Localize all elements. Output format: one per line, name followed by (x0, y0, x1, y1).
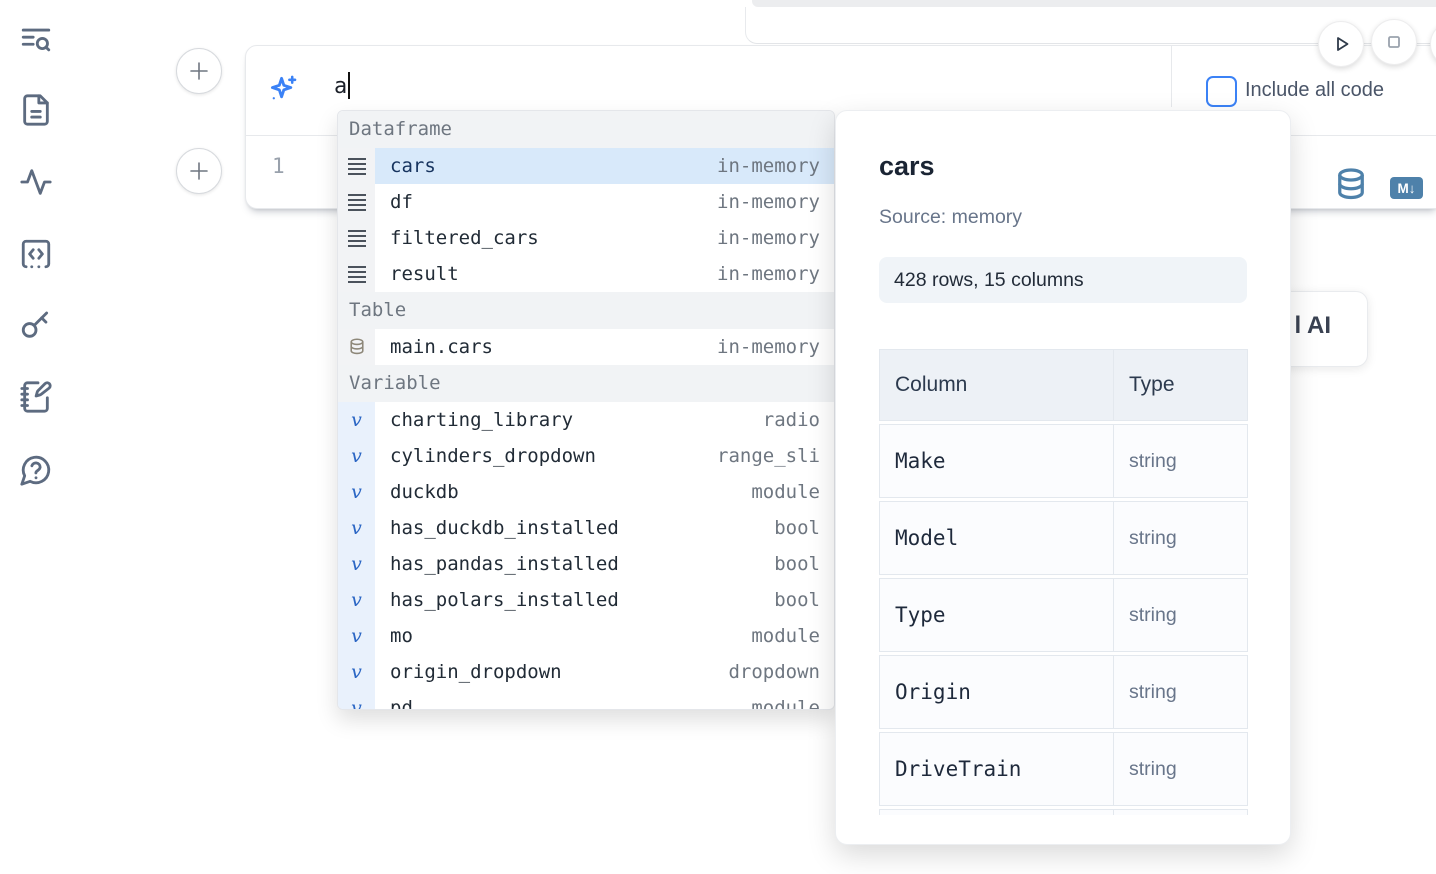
cell-above-gap (752, 0, 1436, 7)
dataframe-preview-panel: cars Source: memory 428 rows, 15 columns… (835, 110, 1291, 845)
key-icon[interactable] (18, 307, 54, 343)
notebook-pen-icon[interactable] (18, 379, 54, 415)
divider (1171, 46, 1172, 107)
list-search-icon[interactable] (18, 22, 54, 58)
table-row: Model string (879, 501, 1248, 575)
help-chat-icon[interactable] (18, 452, 54, 488)
table-db-icon (338, 329, 375, 365)
section-header-variable: Variable (338, 365, 834, 402)
plus-icon (189, 61, 209, 81)
variable-icon: v (338, 654, 375, 690)
add-cell-below-button[interactable] (176, 148, 222, 194)
schema-table: Column Type Make string Model string Typ… (879, 349, 1248, 815)
line-number: 1 (272, 154, 285, 178)
variable-icon: v (338, 582, 375, 618)
markdown-convert-icon[interactable]: M↓ (1390, 177, 1423, 199)
autocomplete-item-cars[interactable]: carsin-memory (338, 148, 834, 184)
autocomplete-item-has-pandas-installed[interactable]: v has_pandas_installedbool (338, 546, 834, 582)
table-row-clipped (879, 809, 1248, 815)
type-header: Type (1129, 373, 1175, 397)
typed-text: a (334, 74, 347, 99)
table-header-row: Column Type (879, 349, 1248, 421)
preview-source: Source: memory (879, 206, 1022, 229)
section-header-table: Table (338, 292, 834, 329)
code-snippets-icon[interactable] (18, 236, 54, 272)
include-all-code-label: Include all code (1245, 79, 1384, 102)
autocomplete-item-charting-library[interactable]: v charting_libraryradio (338, 402, 834, 438)
variable-icon: v (338, 546, 375, 582)
autocomplete-item-main-cars[interactable]: main.carsin-memory (338, 329, 834, 365)
stop-button[interactable] (1371, 19, 1417, 65)
variable-icon: v (338, 510, 375, 546)
table-row: Type string (879, 578, 1248, 652)
text-cursor (348, 72, 350, 99)
dataframe-icon (338, 184, 375, 220)
run-button[interactable] (1318, 21, 1364, 67)
include-all-code-checkbox[interactable] (1206, 76, 1237, 107)
variable-icon: v (338, 438, 375, 474)
autocomplete-dropdown: Dataframe carsin-memory dfin-memory filt… (337, 110, 835, 710)
table-row: Origin string (879, 655, 1248, 729)
variable-icon: v (338, 402, 375, 438)
activity-icon[interactable] (18, 164, 54, 200)
file-document-icon[interactable] (18, 92, 54, 128)
marimo-notebook: a Include all code 1 M↓ l AI Dataframe c… (0, 0, 1436, 874)
shape-summary-badge: 428 rows, 15 columns (879, 257, 1247, 303)
autocomplete-item-has-polars-installed[interactable]: v has_polars_installedbool (338, 582, 834, 618)
autocomplete-item-clipped[interactable]: v pdmodule (338, 690, 834, 710)
autocomplete-item-has-duckdb-installed[interactable]: v has_duckdb_installedbool (338, 510, 834, 546)
play-icon (1328, 31, 1354, 57)
preview-title: cars (879, 151, 935, 182)
autocomplete-item-mo[interactable]: v momodule (338, 618, 834, 654)
dataframe-icon (338, 256, 375, 292)
stop-icon (1381, 29, 1407, 55)
table-row: DriveTrain string (879, 732, 1248, 806)
dataframe-icon (338, 220, 375, 256)
autocomplete-item-result[interactable]: resultin-memory (338, 256, 834, 292)
add-cell-above-button[interactable] (176, 48, 222, 94)
column-header: Column (895, 373, 967, 397)
variable-icon: v (338, 690, 375, 710)
ai-button-partial-text: l (1295, 312, 1302, 339)
variable-icon: v (338, 474, 375, 510)
plus-icon (189, 161, 209, 181)
section-header-dataframe: Dataframe (338, 111, 834, 148)
database-icon[interactable] (1336, 167, 1366, 203)
table-row: Make string (879, 424, 1248, 498)
autocomplete-item-origin-dropdown[interactable]: v origin_dropdowndropdown (338, 654, 834, 690)
autocomplete-item-cylinders-dropdown[interactable]: v cylinders_dropdownrange_sli (338, 438, 834, 474)
variable-icon: v (338, 618, 375, 654)
ai-prompt-input[interactable]: a (334, 72, 350, 99)
autocomplete-item-duckdb[interactable]: v duckdbmodule (338, 474, 834, 510)
autocomplete-item-filtered-cars[interactable]: filtered_carsin-memory (338, 220, 834, 256)
dataframe-icon (338, 148, 375, 184)
ai-sparkles-icon (266, 72, 300, 111)
autocomplete-item-df[interactable]: dfin-memory (338, 184, 834, 220)
ai-button-label: AI (1307, 312, 1331, 339)
